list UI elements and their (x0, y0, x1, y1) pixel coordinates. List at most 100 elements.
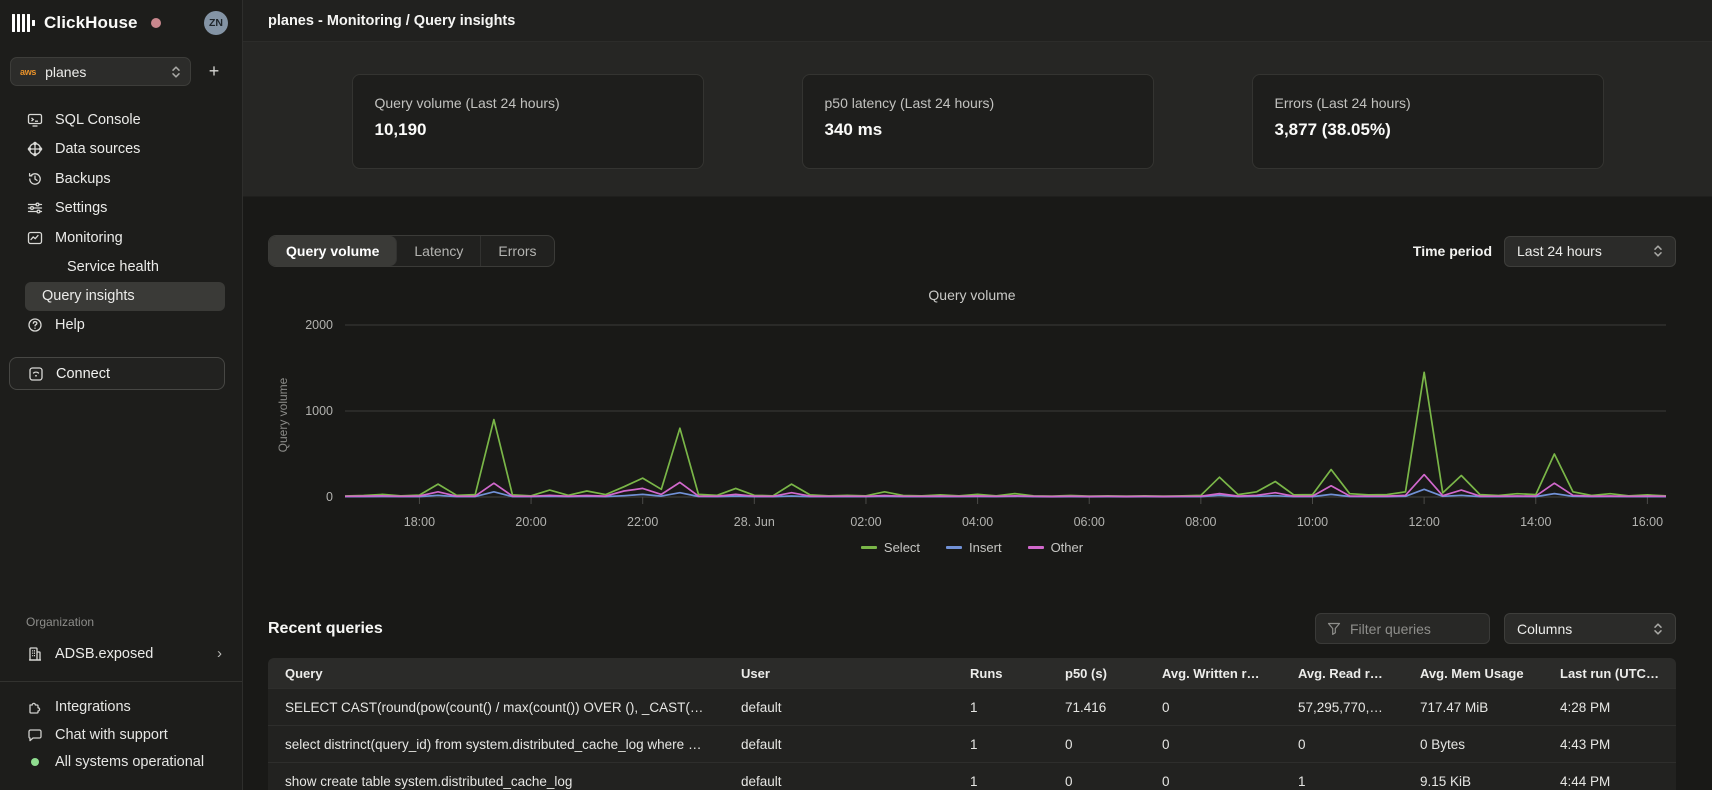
stat-label: Errors (Last 24 hours) (1275, 95, 1581, 111)
series-line-other (345, 475, 1666, 497)
cell-query: SELECT CAST(round(pow(count() / max(coun… (268, 700, 724, 715)
cell-p50: 71.416 (1048, 700, 1145, 715)
column-header-query[interactable]: Query (268, 666, 724, 681)
columns-label: Columns (1517, 621, 1645, 637)
x-tick-label: 28. Jun (734, 515, 775, 529)
sidebar-item-chat-support[interactable]: Chat with support (0, 721, 242, 749)
avatar[interactable]: ZN (204, 11, 228, 35)
recent-queries-controls: Columns (1315, 613, 1676, 644)
sidebar-item-label: SQL Console (55, 112, 141, 128)
breadcrumb: planes - Monitoring / Query insights (268, 13, 515, 29)
tab-latency[interactable]: Latency (397, 236, 481, 266)
connect-label: Connect (56, 366, 110, 382)
chart-legend: Select Insert Other (268, 540, 1676, 555)
stat-card-errors: Errors (Last 24 hours) 3,877 (38.05%) (1252, 74, 1604, 169)
cell-last-run: 4:44 PM (1543, 774, 1676, 789)
cell-last-run: 4:43 PM (1543, 737, 1676, 752)
sidebar-item-backups[interactable]: Backups (0, 164, 242, 194)
column-header-user[interactable]: User (724, 666, 953, 681)
system-status[interactable]: All systems operational (0, 749, 242, 777)
sidebar: ClickHouse ZN aws planes + SQL Console (0, 0, 243, 790)
app-window: ClickHouse ZN aws planes + SQL Console (0, 0, 1712, 790)
cell-read-rows: 57,295,770,069 (1281, 700, 1403, 715)
legend-item-insert[interactable]: Insert (946, 540, 1002, 555)
sidebar-item-label: Monitoring (55, 230, 123, 246)
sidebar-item-label: Backups (55, 171, 111, 187)
x-tick-label: 22:00 (627, 515, 658, 529)
column-header-runs[interactable]: Runs (953, 666, 1048, 681)
sidebar-item-data-sources[interactable]: Data sources (0, 135, 242, 165)
cell-written-rows: 0 (1145, 700, 1281, 715)
time-period-value: Last 24 hours (1517, 243, 1645, 259)
organization-switcher[interactable]: ADSB.exposed › (0, 639, 242, 669)
recent-queries-header: Recent queries Columns (268, 613, 1676, 644)
chart-title: Query volume (268, 287, 1676, 307)
building-icon (27, 646, 43, 662)
connect-button[interactable]: Connect (9, 357, 225, 390)
funnel-icon (1327, 622, 1341, 636)
cell-read-rows: 1 (1281, 774, 1403, 789)
sidebar-item-service-health[interactable]: Service health (25, 253, 225, 282)
legend-item-other[interactable]: Other (1028, 540, 1084, 555)
x-tick-label: 08:00 (1185, 515, 1216, 529)
time-period-label: Time period (1413, 243, 1492, 259)
chart-tabs: Query volume Latency Errors (268, 235, 555, 267)
cell-user: default (724, 774, 953, 789)
cell-mem-usage: 0 Bytes (1403, 737, 1543, 752)
sidebar-item-monitoring[interactable]: Monitoring (0, 223, 242, 253)
column-header-written-rows[interactable]: Avg. Written rows (1145, 666, 1281, 681)
filter-queries-input[interactable] (1350, 621, 1478, 637)
footer-item-label: Chat with support (55, 727, 168, 743)
organization-label: Organization (0, 615, 242, 629)
service-name: planes (45, 64, 162, 80)
legend-item-select[interactable]: Select (861, 540, 920, 555)
service-selector[interactable]: aws planes (10, 57, 191, 86)
sidebar-item-settings[interactable]: Settings (0, 194, 242, 224)
columns-select[interactable]: Columns (1504, 613, 1676, 644)
y-tick-label: 0 (326, 490, 333, 504)
chevron-up-down-icon (1653, 244, 1663, 258)
chat-bubble-icon (27, 727, 43, 743)
x-tick-label: 10:00 (1297, 515, 1328, 529)
settings-sliders-icon (27, 200, 43, 216)
sidebar-item-integrations[interactable]: Integrations (0, 694, 242, 722)
cell-runs: 1 (953, 700, 1048, 715)
x-tick-label: 06:00 (1074, 515, 1105, 529)
sidebar-item-query-insights[interactable]: Query insights (25, 282, 225, 311)
filter-queries-box[interactable] (1315, 613, 1490, 644)
column-header-mem-usage[interactable]: Avg. Mem Usage (1403, 666, 1543, 681)
help-icon (27, 317, 43, 333)
sidebar-item-label: Data sources (55, 141, 140, 157)
chart-controls-row: Query volume Latency Errors Time period … (268, 235, 1676, 267)
legend-label: Select (884, 540, 920, 555)
tab-query-volume[interactable]: Query volume (269, 236, 397, 266)
sidebar-item-help[interactable]: Help (0, 311, 242, 341)
x-tick-label: 20:00 (515, 515, 546, 529)
column-header-read-rows[interactable]: Avg. Read rows (1281, 666, 1403, 681)
cell-p50: 0 (1048, 774, 1145, 789)
table-row[interactable]: select distrinct(query_id) from system.d… (268, 725, 1676, 762)
table-row[interactable]: show create table system.distributed_cac… (268, 762, 1676, 790)
legend-label: Insert (969, 540, 1002, 555)
service-selector-row: aws planes + (10, 57, 232, 86)
legend-dash-icon (946, 546, 962, 549)
column-header-last-run[interactable]: Last run (UTC)^ (1543, 666, 1676, 681)
stat-card-p50-latency: p50 latency (Last 24 hours) 340 ms (802, 74, 1154, 169)
series-line-select (345, 372, 1666, 496)
add-service-button[interactable]: + (199, 57, 229, 86)
legend-label: Other (1051, 540, 1084, 555)
column-header-p50[interactable]: p50 (s) (1048, 666, 1145, 681)
monitoring-icon (27, 230, 43, 246)
chevron-up-down-icon (171, 65, 181, 79)
time-period-select[interactable]: Last 24 hours (1504, 236, 1676, 267)
recent-queries-title: Recent queries (268, 620, 383, 638)
tab-errors[interactable]: Errors (481, 236, 553, 266)
organization-name: ADSB.exposed (55, 646, 153, 662)
cell-query: show create table system.distributed_cac… (268, 774, 724, 789)
sidebar-item-label: Query insights (42, 288, 135, 304)
aws-icon: aws (20, 67, 36, 77)
sidebar-item-sql-console[interactable]: SQL Console (0, 105, 242, 135)
table-row[interactable]: SELECT CAST(round(pow(count() / max(coun… (268, 688, 1676, 725)
clickhouse-logo-icon[interactable] (12, 14, 35, 32)
logo-text[interactable]: ClickHouse (44, 13, 138, 33)
